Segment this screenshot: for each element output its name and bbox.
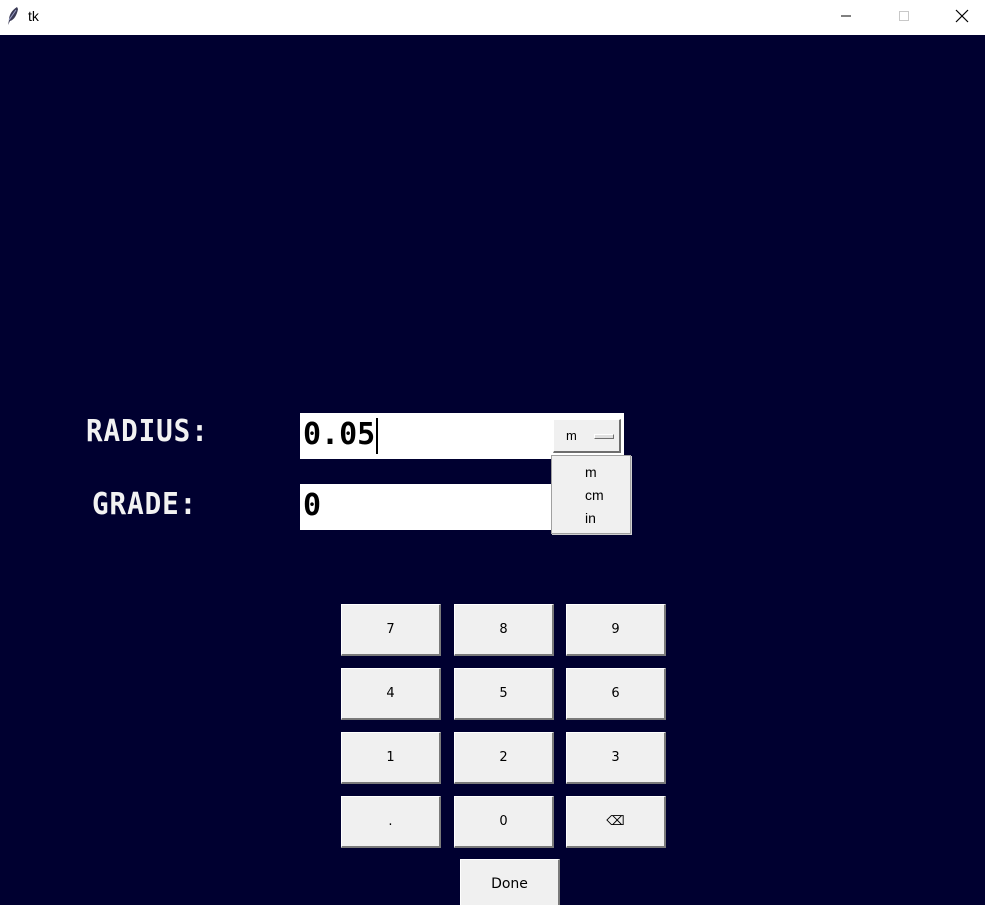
dropdown-indicator-icon [594,434,614,439]
unit-dropdown[interactable]: m [553,419,621,453]
radius-label: RADIUS: [86,414,209,449]
key-3-button[interactable]: 3 [566,732,666,784]
unit-dropdown-value: m [566,428,577,443]
minimize-icon [841,15,851,17]
key-9-button[interactable]: 9 [566,604,666,656]
done-button[interactable]: Done [460,859,560,905]
key-6-button[interactable]: 6 [566,668,666,720]
key-7-button[interactable]: 7 [341,604,441,656]
maximize-icon [899,11,909,21]
unit-option-label: m [585,464,597,480]
text-caret [376,417,379,454]
close-button[interactable] [939,0,985,32]
key-decimal-button[interactable]: . [341,796,441,848]
key-0-button[interactable]: 0 [454,796,554,848]
unit-option-label: in [585,510,596,526]
unit-option-in[interactable]: in [552,507,630,530]
radius-input-value: 0.05 [303,417,376,452]
unit-option-label: cm [585,487,604,503]
key-5-button[interactable]: 5 [454,668,554,720]
minimize-button[interactable] [823,0,869,32]
grade-input-value: 0 [303,488,322,523]
window-title: tk [28,8,39,24]
key-2-button[interactable]: 2 [454,732,554,784]
unit-option-cm[interactable]: cm [552,484,630,507]
key-8-button[interactable]: 8 [454,604,554,656]
grade-input[interactable]: 0 [300,484,552,530]
close-icon [955,9,969,23]
key-4-button[interactable]: 4 [341,668,441,720]
unit-dropdown-list: m cm in [551,455,631,534]
title-bar: tk [0,0,985,35]
feather-icon [8,7,18,25]
key-1-button[interactable]: 1 [341,732,441,784]
backspace-button[interactable]: ⌫ [566,796,666,848]
grade-label: GRADE: [92,487,198,522]
maximize-button[interactable] [881,0,927,32]
unit-option-m[interactable]: m [552,461,630,484]
